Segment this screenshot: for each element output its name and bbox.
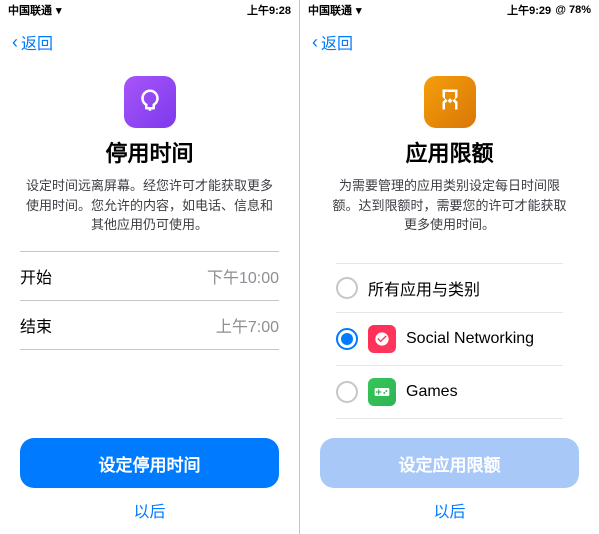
social-svg <box>374 331 390 347</box>
category-games[interactable]: Games <box>336 366 563 419</box>
status-left-right: 中国联通 ▾ <box>308 2 362 18</box>
status-right-right: 上午9:29 @ 78% <box>507 2 591 18</box>
back-chevron-right: ‹ <box>312 32 318 53</box>
category-all[interactable]: 所有应用与类别 <box>336 263 563 313</box>
category-all-label: 所有应用与类别 <box>368 276 480 300</box>
end-row[interactable]: 结束 上午7:00 <box>20 301 279 350</box>
settings-section: 开始 下午10:00 结束 上午7:00 <box>20 251 279 350</box>
set-apptime-button[interactable]: 设定应用限额 <box>320 438 579 488</box>
nav-bar-left: ‹ 返回 <box>0 20 299 64</box>
nav-bar-right: ‹ 返回 <box>300 20 599 64</box>
later-button-left[interactable]: 以后 <box>133 498 165 522</box>
right-panel: 中国联通 ▾ 上午9:29 @ 78% ‹ 返回 应用限额 为需要管理的应用类别… <box>300 0 599 534</box>
category-list: 所有应用与类别 Social Networking <box>336 263 563 419</box>
carrier-right: 中国联通 <box>308 2 352 18</box>
category-social[interactable]: Social Networking <box>336 313 563 366</box>
wifi-icon-right: ▾ <box>356 4 362 17</box>
back-label-left: 返回 <box>21 30 53 54</box>
radio-social[interactable] <box>336 328 358 350</box>
carrier-left: 中国联通 <box>8 2 52 18</box>
category-list-container: 所有应用与类别 Social Networking <box>320 263 579 423</box>
wifi-icon: ▾ <box>56 4 62 17</box>
back-label-right: 返回 <box>321 30 353 54</box>
right-desc: 为需要管理的应用类别设定每日时间限额。达到限额时，需要您的许可才能获取更多使用时… <box>328 176 571 235</box>
back-button-right[interactable]: ‹ 返回 <box>312 30 353 54</box>
back-chevron-left: ‹ <box>12 32 18 53</box>
set-downtime-button[interactable]: 设定停用时间 <box>20 438 279 488</box>
back-button-left[interactable]: ‹ 返回 <box>12 30 53 54</box>
games-svg <box>374 384 390 400</box>
left-desc: 设定时间远离屏幕。经您许可才能获取更多使用时间。您允许的内容，如电话、信息和其他… <box>20 176 279 235</box>
left-content: 停用时间 设定时间远离屏幕。经您许可才能获取更多使用时间。您允许的内容，如电话、… <box>0 64 299 422</box>
radio-all[interactable] <box>336 277 358 299</box>
right-content: 应用限额 为需要管理的应用类别设定每日时间限额。达到限额时，需要您的许可才能获取… <box>300 64 599 422</box>
downtime-icon <box>124 76 176 128</box>
left-panel: 中国联通 ▾ 上午9:28 ‹ 返回 停用时间 设定时间远离屏幕。经您许可才能获… <box>0 0 300 534</box>
games-icon <box>368 378 396 406</box>
left-bottom: 设定停用时间 以后 <box>0 422 299 534</box>
start-label: 开始 <box>20 264 52 288</box>
right-bottom: 设定应用限额 以后 <box>300 422 599 534</box>
status-bar-left: 中国联通 ▾ 上午9:28 <box>0 0 299 20</box>
later-button-right[interactable]: 以后 <box>433 498 465 522</box>
right-title-area: 应用限额 为需要管理的应用类别设定每日时间限额。达到限额时，需要您的许可才能获取… <box>320 64 579 263</box>
left-title: 停用时间 <box>105 136 193 168</box>
status-right-left: 上午9:28 <box>247 2 291 18</box>
time-left: 上午9:28 <box>247 2 291 18</box>
radio-games[interactable] <box>336 381 358 403</box>
time-right: 上午9:29 <box>507 2 551 18</box>
social-label: Social Networking <box>406 330 534 348</box>
right-title: 应用限额 <box>405 136 493 168</box>
social-icon <box>368 325 396 353</box>
hourglass-svg <box>435 87 465 117</box>
downtime-svg <box>135 87 165 117</box>
apptime-icon <box>424 76 476 128</box>
status-left: 中国联通 ▾ <box>8 2 62 18</box>
start-row[interactable]: 开始 下午10:00 <box>20 252 279 301</box>
start-value: 下午10:00 <box>207 264 279 288</box>
games-label: Games <box>406 383 458 401</box>
end-value: 上午7:00 <box>216 313 279 337</box>
end-label: 结束 <box>20 313 52 337</box>
battery-right: @ 78% <box>555 4 591 16</box>
status-bar-right: 中国联通 ▾ 上午9:29 @ 78% <box>300 0 599 20</box>
